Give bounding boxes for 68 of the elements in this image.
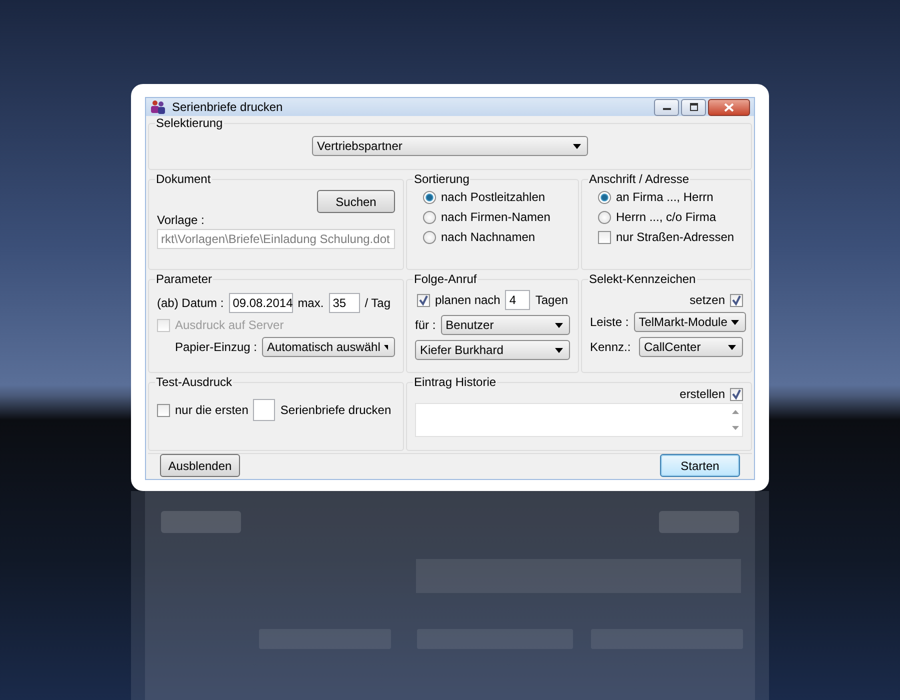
checkbox-label: nur Straßen-Adressen <box>616 230 734 244</box>
dialog-button[interactable]: Ausblenden <box>160 454 240 477</box>
group-label: Parameter <box>155 272 214 286</box>
checkbox[interactable] <box>157 404 170 416</box>
bar-label: Leiste : <box>590 315 629 329</box>
radio-button[interactable] <box>598 210 611 224</box>
group-label: Anschrift / Adresse <box>588 172 690 186</box>
checkbox[interactable] <box>730 294 743 306</box>
dropdown-arrow-icon <box>728 344 736 350</box>
for-label: für : <box>415 318 436 332</box>
maximize-icon <box>688 103 698 111</box>
group-label: Sortierung <box>413 172 470 186</box>
checkbox-label: setzen <box>690 293 725 307</box>
close-icon <box>724 102 734 112</box>
dropdown-arrow-icon <box>384 344 388 350</box>
user-type-dropdown[interactable]: Benutzer <box>440 315 570 335</box>
dropdown-arrow-icon <box>555 322 563 328</box>
days-label: Tagen <box>535 293 568 307</box>
days-field[interactable]: 4 <box>505 290 530 310</box>
checkbox[interactable] <box>598 230 611 244</box>
checkbox[interactable] <box>416 294 430 306</box>
group-label: Folge-Anruf <box>413 272 478 286</box>
max-field[interactable]: 35 <box>328 293 360 313</box>
dropdown-arrow-icon <box>555 348 563 352</box>
checkbox-label: nur die ersten <box>175 403 248 417</box>
option-label: Herrn ..., c/o Firma <box>616 210 716 224</box>
date-label: (ab) Datum : <box>157 296 224 310</box>
people-icon <box>150 99 166 115</box>
radio-button[interactable] <box>423 210 436 224</box>
close-button[interactable] <box>708 98 750 116</box>
dropdown-arrow-icon <box>573 144 581 148</box>
checkbox-label: erstellen <box>680 387 725 401</box>
per-day-label: / Tag <box>364 296 391 310</box>
checkbox-label: Ausdruck auf Server <box>175 318 284 332</box>
search-button[interactable]: Suchen <box>317 190 395 213</box>
option-label: nach Postleitzahlen <box>441 190 546 204</box>
group-label: Dokument <box>155 172 212 186</box>
paper-tray-label: Papier-Einzug : <box>174 340 257 354</box>
checkbox-label: planen nach <box>434 293 500 307</box>
option-label: nach Nachnamen <box>441 230 536 244</box>
maximize-button[interactable] <box>681 98 706 116</box>
count-field[interactable] <box>253 399 276 421</box>
max-label: max. <box>298 296 324 310</box>
dropdown-arrow-icon <box>731 320 740 324</box>
scroll-down-icon <box>732 426 738 430</box>
radio-button[interactable] <box>598 190 611 204</box>
radio-button[interactable] <box>423 190 436 204</box>
suffix-label: Serienbriefe drucken <box>280 403 392 417</box>
window-title: Serienbriefe drucken <box>172 100 284 114</box>
template-label: Vorlage : <box>157 213 206 227</box>
selection-dropdown[interactable]: Vertriebspartner <box>312 136 588 156</box>
checkbox[interactable] <box>730 388 743 400</box>
paper-tray-dropdown[interactable]: Automatisch auswähl <box>262 337 395 357</box>
flag-dropdown[interactable]: CallCenter <box>639 337 743 357</box>
date-field[interactable]: 09.08.2014 <box>228 293 293 313</box>
flag-label: Kennz.: <box>590 340 632 354</box>
dialog-button[interactable]: Starten <box>660 454 740 477</box>
radio-button[interactable] <box>423 230 436 244</box>
group-label: Eintrag Historie <box>413 375 498 389</box>
option-label: an Firma ..., Herrn <box>616 190 714 204</box>
group-label: Selektierung <box>155 116 224 130</box>
group-label: Selekt-Kennzeichen <box>588 272 697 286</box>
minimize-button[interactable] <box>654 98 679 116</box>
user-dropdown[interactable]: Kiefer Burkhard <box>415 340 570 360</box>
group-label: Test-Ausdruck <box>155 375 234 389</box>
bar-dropdown[interactable]: TelMarkt-Module <box>634 312 746 332</box>
option-label: nach Firmen-Namen <box>441 210 550 224</box>
scroll-up-icon <box>732 410 738 414</box>
